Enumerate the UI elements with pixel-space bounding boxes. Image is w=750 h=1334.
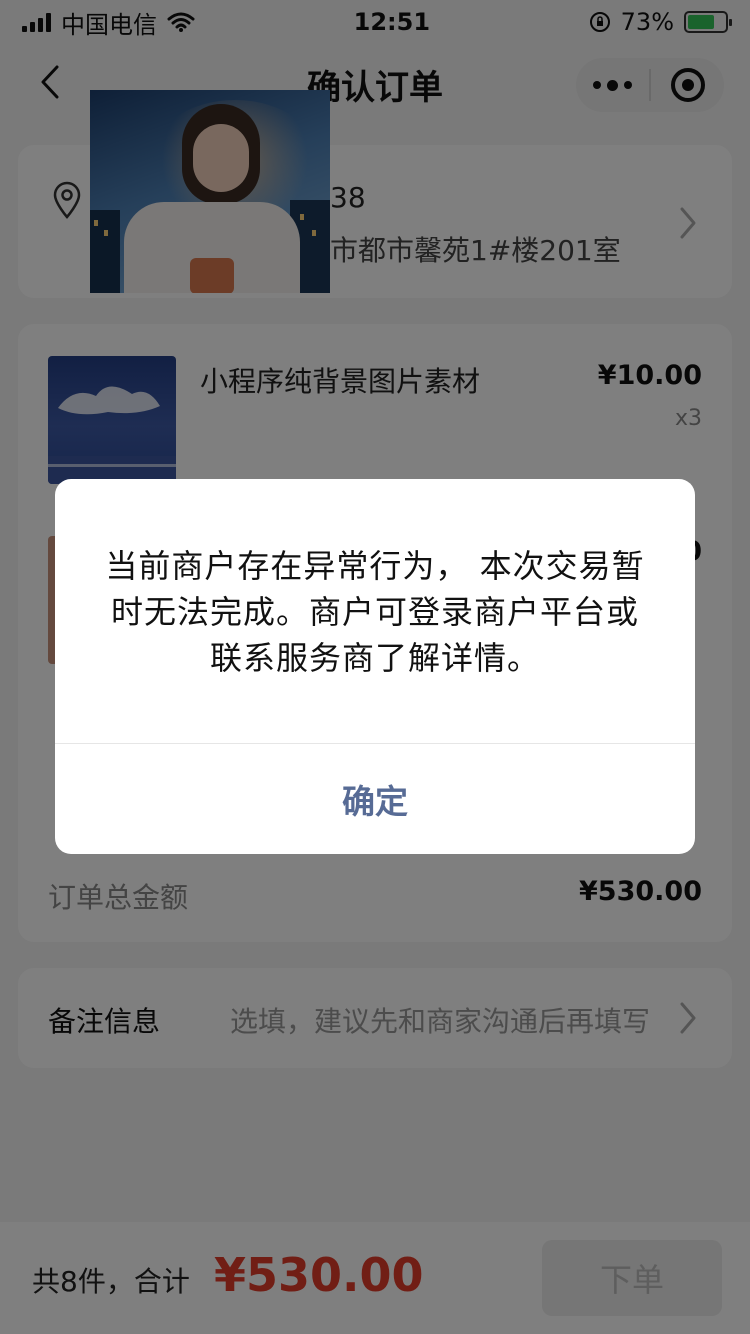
alert-dialog: 当前商户存在异常行为， 本次交易暂时无法完成。商户可登录商户平台或联系服务商了解… [55,479,695,854]
dialog-message: 当前商户存在异常行为， 本次交易暂时无法完成。商户可登录商户平台或联系服务商了解… [105,547,645,677]
confirm-button[interactable]: 确定 [55,744,695,854]
